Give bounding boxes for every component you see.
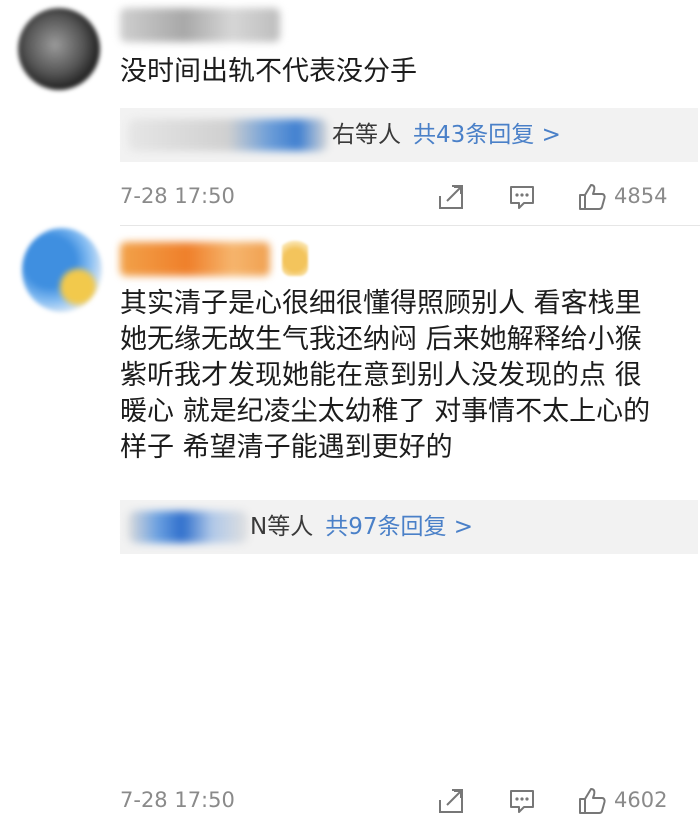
avatar[interactable] bbox=[22, 228, 102, 312]
comment-text: 没时间出轨不代表没分手 bbox=[120, 54, 417, 90]
comment-line: 没时间出轨不代表没分手 bbox=[120, 56, 417, 87]
comment-line: 样子 希望清子能遇到更好的 bbox=[120, 432, 453, 463]
comment-item: 其实清子是心很细很懂得照顾别人 看客栈里 她无缘无故生气我还纳闷 后来她解释给小… bbox=[0, 228, 700, 814]
reply-text: 右等人 共43条回复 > bbox=[332, 120, 561, 150]
reply-suffix: 右等人 bbox=[332, 122, 401, 148]
timestamp: 7-28 17:50 bbox=[120, 788, 235, 812]
timestamp: 7-28 17:50 bbox=[120, 184, 235, 208]
reply-summary[interactable]: N等人 共97条回复 > bbox=[120, 500, 698, 554]
thumbs-up-icon[interactable] bbox=[577, 786, 607, 816]
reply-names-blurred bbox=[128, 511, 248, 543]
share-icon[interactable] bbox=[436, 182, 466, 212]
share-icon[interactable] bbox=[436, 786, 466, 816]
like-count: 4602 bbox=[614, 788, 668, 812]
vip-badge-icon bbox=[282, 236, 308, 276]
comment-line: 紫听我才发现她能在意到别人没发现的点 很 bbox=[120, 360, 642, 391]
reply-names-blurred bbox=[128, 119, 328, 151]
comment-meta: 7-28 17:50 4854 bbox=[0, 182, 700, 212]
comment-line: 她无缘无故生气我还纳闷 后来她解释给小猴 bbox=[120, 324, 642, 355]
reply-count-link[interactable]: 共97条回复 > bbox=[325, 514, 473, 540]
reply-summary[interactable]: 右等人 共43条回复 > bbox=[120, 108, 698, 162]
avatar[interactable] bbox=[18, 8, 100, 90]
comment-icon[interactable] bbox=[507, 786, 537, 816]
reply-text: N等人 共97条回复 > bbox=[250, 512, 473, 542]
comment-text: 其实清子是心很细很懂得照顾别人 看客栈里 她无缘无故生气我还纳闷 后来她解释给小… bbox=[120, 286, 695, 466]
comment-icon[interactable] bbox=[507, 182, 537, 212]
like-count: 4854 bbox=[614, 184, 668, 208]
reply-suffix: N等人 bbox=[250, 514, 314, 540]
comment-item: 没时间出轨不代表没分手 右等人 共43条回复 > 7-28 17:50 4854 bbox=[0, 0, 700, 228]
reply-count-link[interactable]: 共43条回复 > bbox=[413, 122, 561, 148]
thumbs-up-icon[interactable] bbox=[577, 182, 607, 212]
divider bbox=[120, 225, 700, 226]
username-blurred[interactable] bbox=[120, 8, 280, 42]
comment-meta: 7-28 17:50 4602 bbox=[0, 786, 700, 816]
username-blurred[interactable] bbox=[120, 242, 270, 276]
comment-line: 暖心 就是纪凌尘太幼稚了 对事情不太上心的 bbox=[120, 396, 651, 427]
comment-line: 其实清子是心很细很懂得照顾别人 看客栈里 bbox=[120, 288, 642, 319]
